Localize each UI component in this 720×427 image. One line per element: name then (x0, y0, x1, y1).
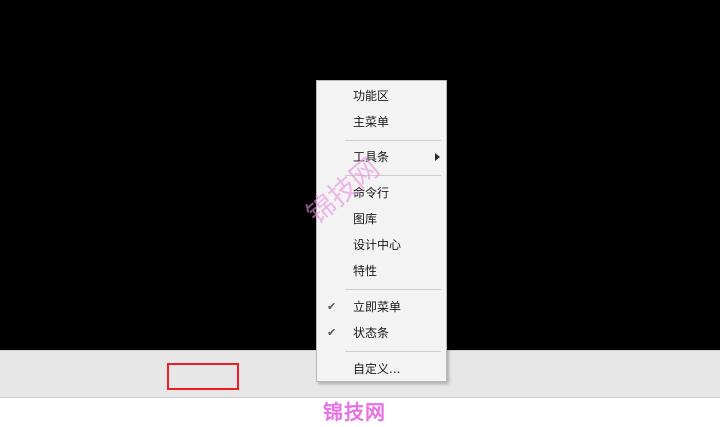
check-icon: ✔ (327, 326, 337, 339)
menu-item-main-menu[interactable]: 主菜单 (317, 110, 446, 134)
menu-item-status-bar[interactable]: ✔ 状态条 (317, 321, 446, 345)
menu-separator (345, 289, 441, 290)
menu-item-command-line[interactable]: 命令行 (317, 181, 446, 205)
menu-item-label: 主菜单 (353, 115, 390, 129)
menu-item-customize[interactable]: 自定义... (317, 357, 446, 381)
menu-item-label: 工具条 (353, 150, 390, 164)
highlight-box (167, 363, 239, 390)
context-menu: 功能区 主菜单 工具条 命令行 图库 设计中心 特性 ✔ 立即菜单 ✔ 状态条 … (316, 80, 447, 382)
menu-separator (345, 140, 441, 141)
menu-item-label: 立即菜单 (353, 300, 402, 314)
menu-item-design-center[interactable]: 设计中心 (317, 233, 446, 257)
menu-item-label: 状态条 (353, 326, 390, 340)
menu-separator (345, 351, 441, 352)
footer-brand: 锦技网 (323, 400, 386, 424)
menu-separator (345, 175, 441, 176)
menu-item-label: 设计中心 (353, 238, 402, 252)
menu-item-immediate-menu[interactable]: ✔ 立即菜单 (317, 295, 446, 319)
menu-item-label: 功能区 (353, 89, 390, 103)
check-icon: ✔ (327, 300, 337, 313)
menu-item-ribbon[interactable]: 功能区 (317, 84, 446, 108)
submenu-arrow-icon (435, 153, 440, 161)
footer: 锦技网 (0, 398, 720, 427)
menu-item-label: 图库 (353, 212, 378, 226)
menu-item-library[interactable]: 图库 (317, 207, 446, 231)
menu-item-properties[interactable]: 特性 (317, 259, 446, 283)
menu-item-label: 命令行 (353, 186, 390, 200)
menu-item-toolbar[interactable]: 工具条 (317, 145, 446, 169)
menu-item-label: 自定义... (353, 362, 401, 376)
menu-item-label: 特性 (353, 264, 378, 278)
